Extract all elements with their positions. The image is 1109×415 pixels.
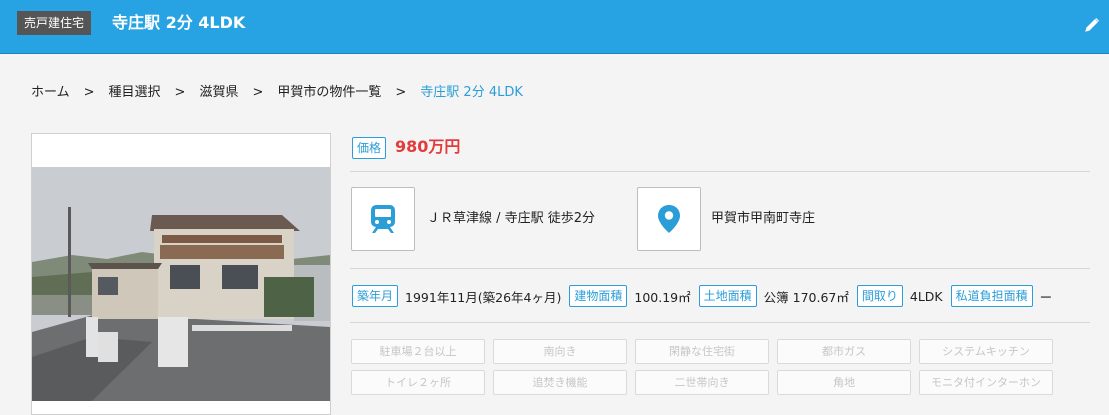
spec-label-layout: 間取り (856, 285, 903, 307)
property-type-badge: 売戸建住宅 (17, 11, 92, 35)
spec-label-land-area: 土地面積 (698, 285, 757, 307)
feature-tag: モニタ付インターホン (919, 370, 1053, 395)
breadcrumb-separator: > (83, 85, 95, 100)
address-info: 甲賀市甲南町寺庄 (711, 211, 816, 226)
divider (350, 322, 1090, 323)
feature-tag: 都市ガス (777, 339, 911, 364)
spec-label-building-area: 建物面積 (569, 285, 628, 307)
feature-tag: 追焚き機能 (493, 370, 627, 395)
feature-tag: 二世帯向き (635, 370, 769, 395)
feature-tag: 角地 (777, 370, 911, 395)
access-info: ＪＲ草津線 / 寺庄駅 徒歩2分 (427, 211, 596, 226)
spec-label-built: 築年月 (352, 285, 399, 307)
spec-label-private-road: 私道負担面積 (950, 285, 1033, 307)
breadcrumb-separator: > (395, 85, 407, 100)
breadcrumb-separator: > (252, 85, 264, 100)
property-specs: 築年月 1991年11月(築26年4ヶ月) 建物面積 100.19㎡ 土地面積 … (352, 285, 1109, 307)
property-photo-frame (31, 133, 331, 415)
spec-value-layout: 4LDK (909, 288, 943, 304)
access-icon-box (351, 187, 415, 251)
feature-tags: 駐車場２台以上 南向き 閑静な住宅街 都市ガス システムキッチン トイレ２ヶ所 … (351, 339, 1053, 395)
page-header: 売戸建住宅 寺庄駅 2分 4LDK (0, 0, 1109, 54)
feature-tag: 駐車場２台以上 (351, 339, 485, 364)
breadcrumb: ホーム > 種目選択 > 滋賀県 > 甲賀市の物件一覧 > 寺庄駅 2分 4LD… (31, 84, 523, 102)
breadcrumb-separator: > (174, 85, 186, 100)
price-label: 価格 (352, 137, 387, 159)
spec-value-building-area: 100.19㎡ (634, 289, 691, 305)
feature-tag: トイレ２ヶ所 (351, 370, 485, 395)
feature-tag: システムキッチン (919, 339, 1053, 364)
spec-value-private-road: ー (1039, 289, 1053, 305)
divider (350, 268, 1090, 269)
spec-value-built: 1991年11月(築26年4ヶ月) (405, 289, 562, 305)
page-title: 寺庄駅 2分 4LDK (112, 13, 246, 32)
breadcrumb-home[interactable]: ホーム (31, 84, 70, 102)
breadcrumb-current: 寺庄駅 2分 4LDK (420, 85, 523, 100)
train-icon (371, 205, 395, 233)
pencil-icon[interactable] (1083, 16, 1101, 34)
breadcrumb-listing[interactable]: 甲賀市の物件一覧 (277, 84, 381, 102)
spec-value-land-area: 公簿 170.67㎡ (763, 289, 849, 305)
property-photo[interactable] (32, 167, 330, 401)
map-pin-icon (658, 205, 680, 233)
feature-tag: 閑静な住宅街 (635, 339, 769, 364)
breadcrumb-category[interactable]: 種目選択 (109, 84, 161, 102)
breadcrumb-prefecture[interactable]: 滋賀県 (199, 84, 238, 102)
address-icon-box (637, 187, 701, 251)
price-value: 980万円 (395, 137, 461, 156)
divider (350, 171, 1090, 172)
feature-tag: 南向き (493, 339, 627, 364)
